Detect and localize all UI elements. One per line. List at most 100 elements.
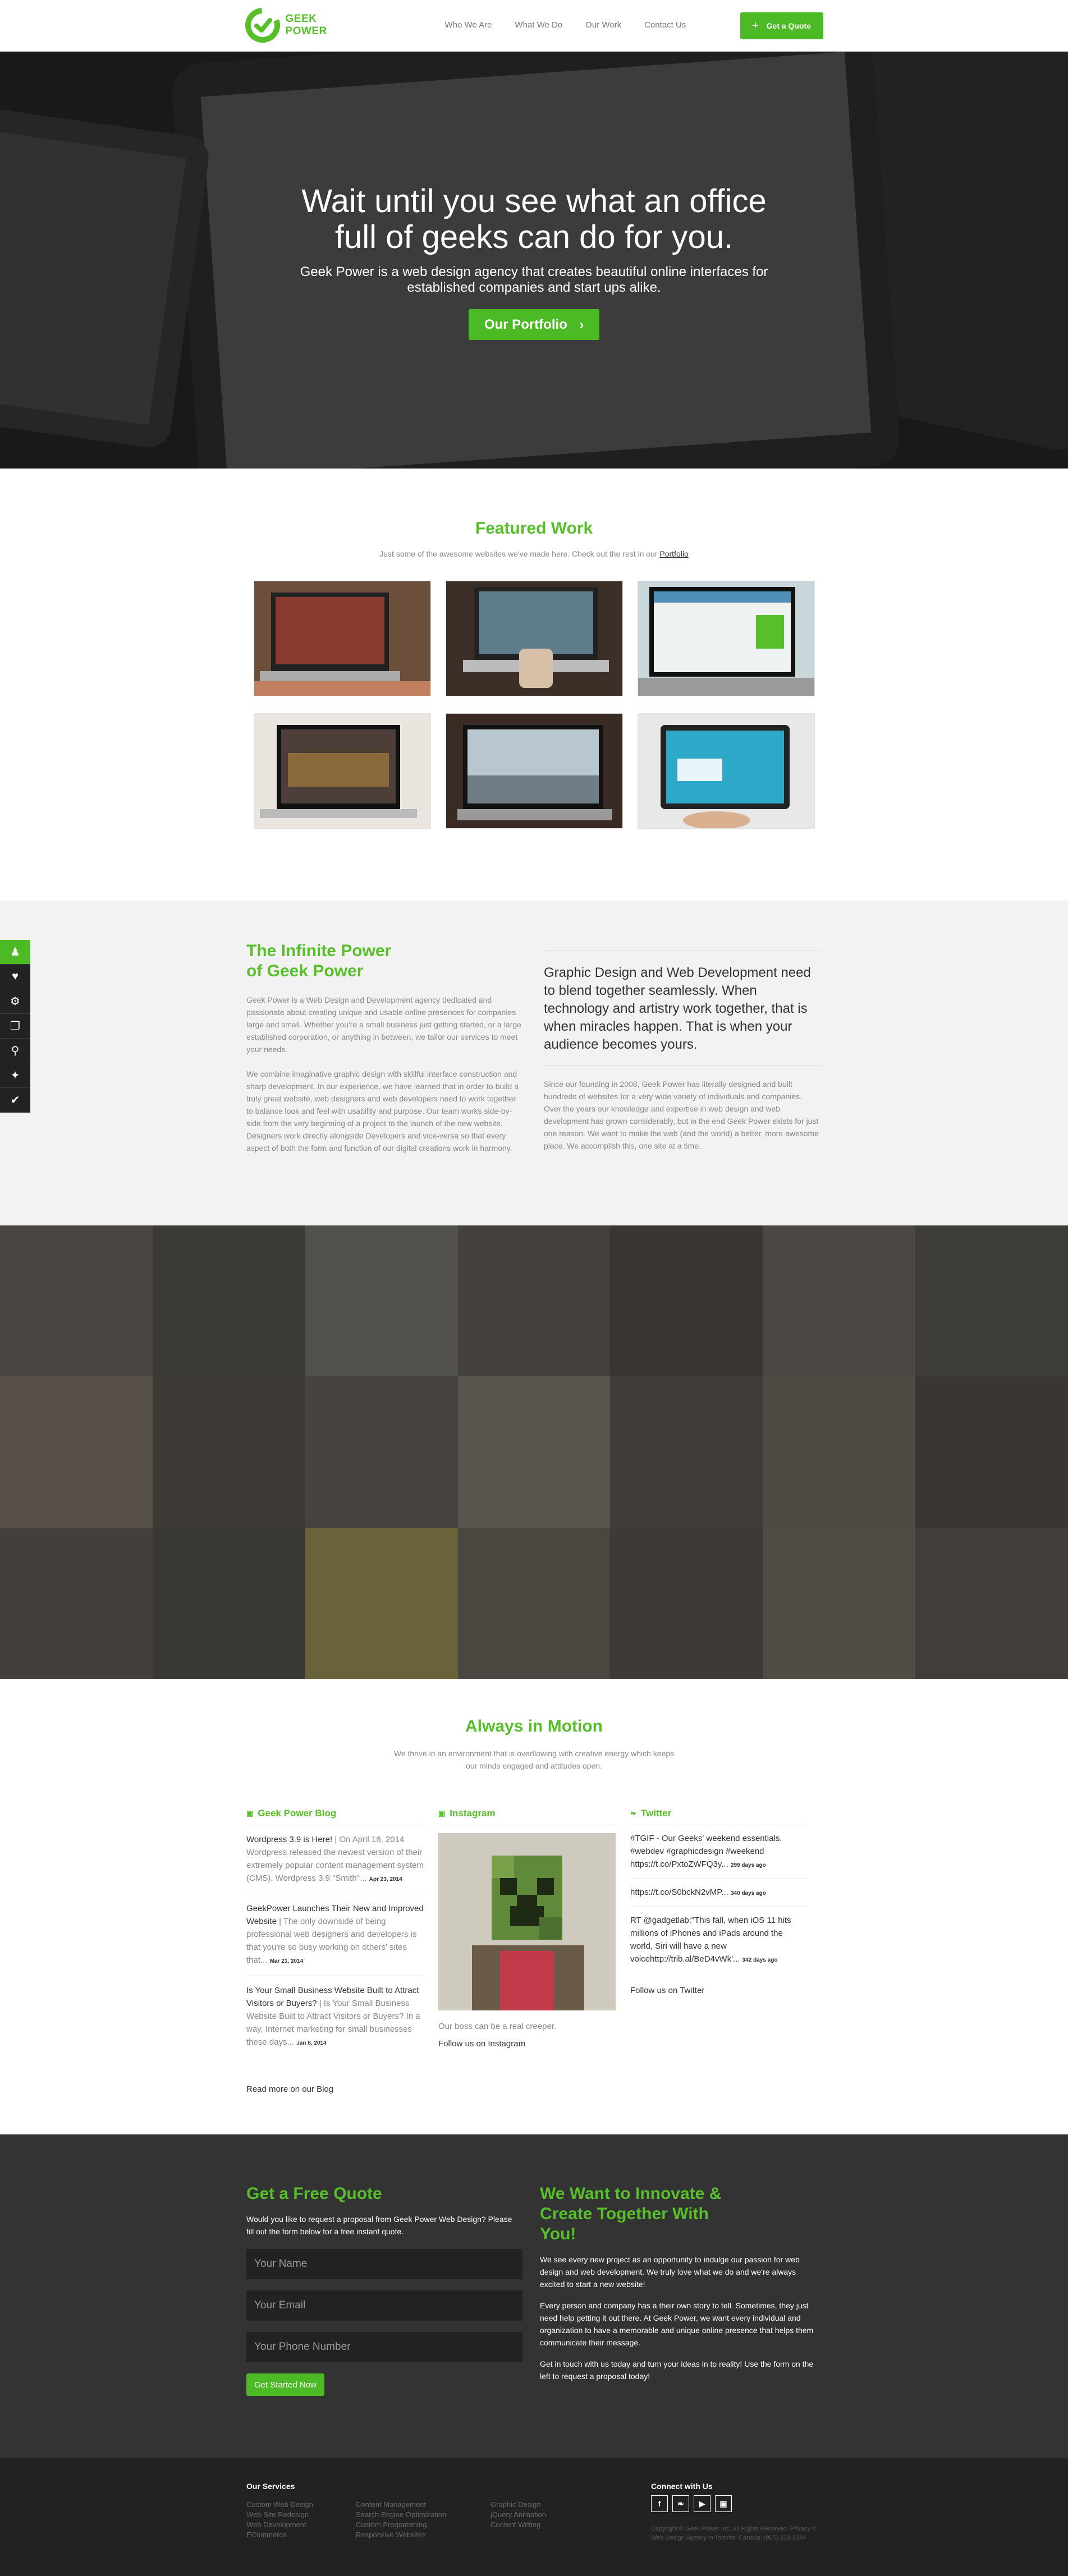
- team-photo: [610, 1527, 763, 1679]
- footer-link[interactable]: Custom Web Design: [246, 2500, 356, 2510]
- team-photo: [152, 1225, 305, 1377]
- blog-item-date: Mar 21, 2014: [269, 1958, 304, 1964]
- tweet[interactable]: https://t.co/S0bckN2vMP... 340 days ago: [630, 1879, 808, 1907]
- email-field[interactable]: [246, 2290, 522, 2321]
- team-photo: [457, 1225, 611, 1377]
- footer-link[interactable]: Search Engine Optimization: [356, 2510, 491, 2520]
- featured-thumb[interactable]: [445, 581, 623, 696]
- team-photo: [152, 1527, 305, 1679]
- follow-twitter-link[interactable]: Follow us on Twitter: [630, 1986, 808, 1995]
- person-icon[interactable]: ♟: [0, 940, 30, 965]
- blog-item[interactable]: Is Your Small Business Website Built to …: [246, 1976, 424, 2058]
- team-photo: [915, 1225, 1068, 1377]
- footer-link[interactable]: jQuery Animation: [491, 2510, 625, 2520]
- innovate-area: We Want to Innovate & Create Together Wi…: [540, 2184, 821, 2382]
- hero-content: Wait until you see what an office full o…: [0, 183, 1068, 340]
- twitter-bird-icon: ❧: [630, 1809, 636, 1817]
- read-more-blog-link[interactable]: Read more on our Blog: [246, 2084, 424, 2094]
- blog-heading-label: Geek Power Blog: [258, 1808, 337, 1819]
- nav-what-we-do[interactable]: What We Do: [515, 20, 562, 30]
- get-a-quote-button[interactable]: + Get a Quote: [740, 12, 823, 39]
- tweet-time: 342 days ago: [742, 1957, 778, 1963]
- featured-thumb[interactable]: [637, 581, 815, 696]
- phone-field[interactable]: [246, 2332, 522, 2362]
- instagram-photo[interactable]: [438, 1833, 616, 2010]
- team-photo: [0, 1376, 153, 1528]
- blog-item-title[interactable]: Wordpress 3.9 is Here!: [246, 1835, 332, 1844]
- about-paragraph-2: We combine imaginative graphic design wi…: [246, 1069, 519, 1152]
- nav-our-work[interactable]: Our Work: [585, 20, 621, 30]
- gear-icon[interactable]: ⚙: [0, 989, 30, 1014]
- team-photo: [305, 1376, 458, 1528]
- innovate-paragraph-1: We see every new project as an opportuni…: [540, 2255, 800, 2289]
- always-in-motion-section: Always in Motion We thrive in an environ…: [0, 1679, 1068, 2134]
- motion-subtitle: We thrive in an environment that is over…: [393, 1749, 675, 1770]
- team-photo: [915, 1527, 1068, 1679]
- blog-heading: ▣ Geek Power Blog: [246, 1808, 424, 1825]
- team-photo: [457, 1376, 611, 1528]
- quote-form-area: Get a Free Quote Would you like to reque…: [246, 2184, 522, 2396]
- social-links: f ❧ ▶ ▣: [651, 2495, 831, 2512]
- portfolio-link[interactable]: Portfolio: [659, 549, 688, 558]
- team-photo: [610, 1225, 763, 1377]
- twitter-column: ❧ Twitter #TGIF - Our Geeks' weekend ess…: [630, 1808, 808, 2094]
- team-photo: [763, 1225, 916, 1377]
- footer-services-heading: Our Services: [246, 2482, 295, 2491]
- tag-icon[interactable]: ✦: [0, 1063, 30, 1088]
- footer-link[interactable]: Web Site Redesign: [246, 2510, 356, 2520]
- name-field[interactable]: [246, 2249, 522, 2279]
- innovate-title: We Want to Innovate & Create Together Wi…: [540, 2184, 722, 2243]
- logo-line1: GEEK: [285, 13, 317, 25]
- featured-thumb[interactable]: [253, 713, 431, 829]
- tweet[interactable]: RT @gadgetlab:"This fall, when iOS 11 hi…: [630, 1907, 808, 1973]
- heart-icon[interactable]: ♥: [0, 965, 30, 989]
- tweet-time: 299 days ago: [730, 1862, 766, 1868]
- featured-thumb[interactable]: [637, 713, 815, 829]
- nav-contact-us[interactable]: Contact Us: [644, 20, 686, 30]
- footer-link[interactable]: Custom Programming: [356, 2520, 491, 2530]
- get-started-button[interactable]: Get Started Now: [246, 2373, 324, 2396]
- tweet-time: 340 days ago: [730, 1890, 766, 1897]
- footer-link[interactable]: Web Development: [246, 2520, 356, 2530]
- blog-item[interactable]: Wordpress 3.9 is Here! | On April 16, 20…: [246, 1825, 424, 1894]
- featured-thumb[interactable]: [445, 713, 623, 829]
- copy-icon[interactable]: ❐: [0, 1014, 30, 1039]
- nav-who-we-are[interactable]: Who We Are: [445, 20, 492, 30]
- footer-link[interactable]: Content Writing: [491, 2520, 625, 2530]
- footer-link[interactable]: ECommerce: [246, 2530, 356, 2540]
- our-portfolio-label: Our Portfolio: [484, 316, 567, 332]
- team-photo: [915, 1376, 1068, 1528]
- twitter-heading: ❧ Twitter: [630, 1808, 808, 1825]
- facebook-icon[interactable]: f: [651, 2495, 668, 2512]
- logo-icon[interactable]: ✔: [0, 1088, 30, 1113]
- footer-link[interactable]: Responsive Websites: [356, 2530, 491, 2540]
- connect-heading: Connect with Us: [651, 2482, 713, 2491]
- tweet[interactable]: #TGIF - Our Geeks' weekend essentials. #…: [630, 1825, 808, 1879]
- logo[interactable]: GEEK POWER: [245, 8, 327, 43]
- quote-intro: Would you like to request a proposal fro…: [246, 2215, 512, 2236]
- youtube-icon[interactable]: ▶: [694, 2495, 711, 2512]
- instagram-icon[interactable]: ▣: [715, 2495, 732, 2512]
- search-icon[interactable]: ⚲: [0, 1039, 30, 1063]
- team-photo: [152, 1376, 305, 1528]
- blog-item-date: Jan 8, 2014: [296, 2040, 327, 2046]
- follow-instagram-link[interactable]: Follow us on Instagram: [438, 2039, 616, 2049]
- our-portfolio-button[interactable]: Our Portfolio ›: [468, 309, 600, 340]
- side-toolbar: ♟ ♥ ⚙ ❐ ⚲ ✦ ✔: [0, 940, 30, 1113]
- footer-service-columns: Custom Web Design Web Site Redesign Web …: [246, 2500, 625, 2540]
- footer-service-col: Graphic Design jQuery Animation Content …: [491, 2500, 625, 2540]
- team-photo: [457, 1527, 611, 1679]
- featured-thumb[interactable]: [253, 581, 431, 696]
- footer-link[interactable]: Graphic Design: [491, 2500, 625, 2510]
- footer-service-col: Content Management Search Engine Optimiz…: [356, 2500, 491, 2540]
- innovate-paragraph-2: Every person and company has a their own…: [540, 2301, 814, 2347]
- footer-link[interactable]: Content Management: [356, 2500, 491, 2510]
- rss-icon: ▣: [246, 1809, 254, 1817]
- about-lead: Graphic Design and Web Development need …: [544, 965, 811, 1052]
- featured-sub-text: Just some of the awesome websites we've …: [379, 549, 658, 558]
- featured-work-section: Featured Work Just some of the awesome w…: [0, 469, 1068, 901]
- blog-item[interactable]: GeekPower Launches Their New and Improve…: [246, 1894, 424, 1976]
- team-photo-mosaic: [0, 1225, 1068, 1679]
- twitter-icon[interactable]: ❧: [672, 2495, 689, 2512]
- featured-title: Featured Work: [475, 519, 593, 538]
